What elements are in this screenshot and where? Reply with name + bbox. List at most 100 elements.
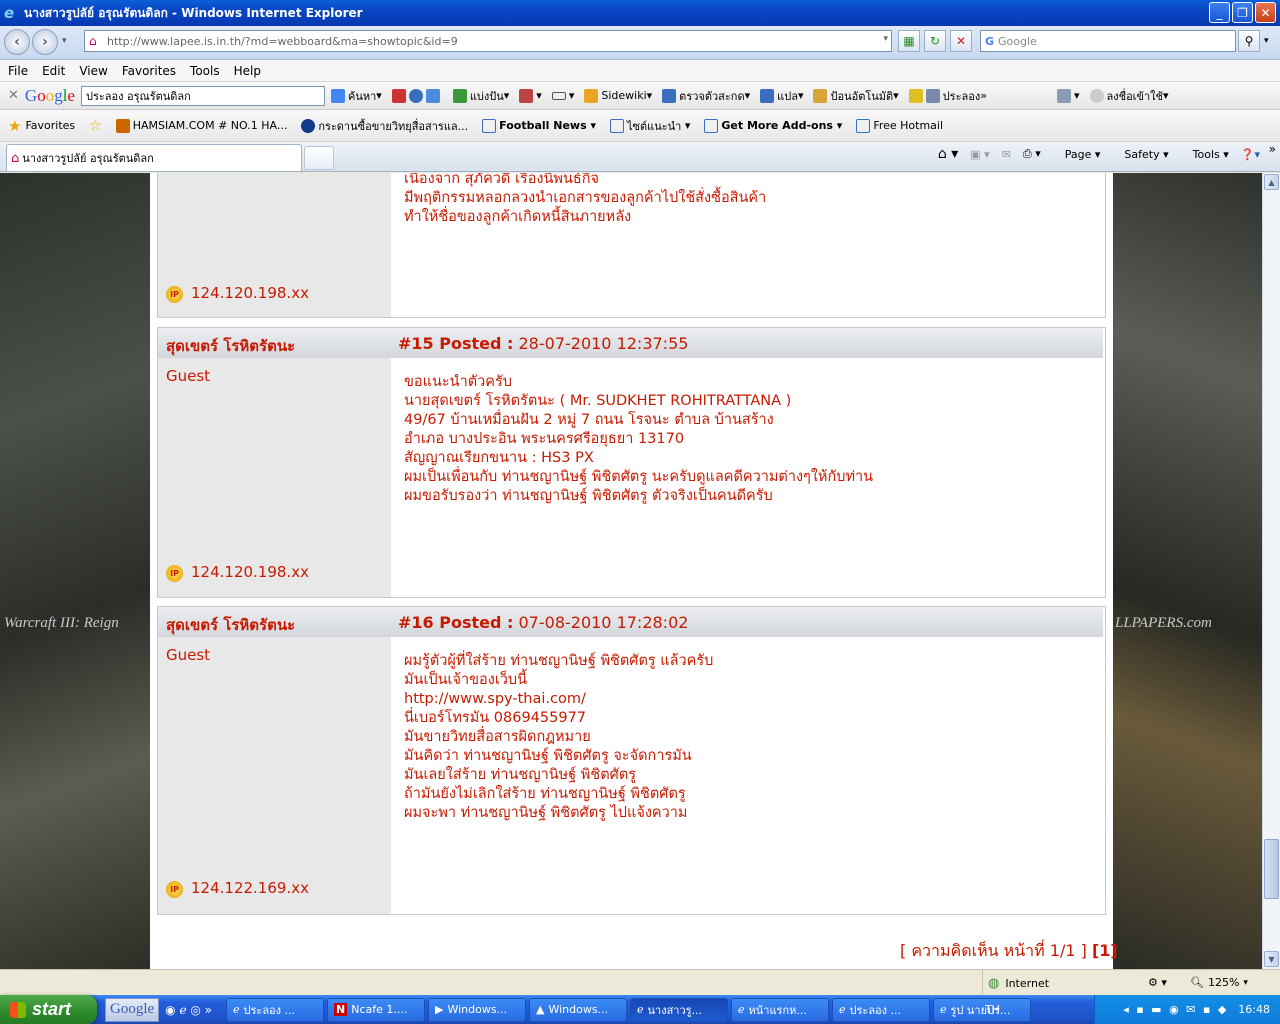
wrench-button[interactable]: ▾ [1056,88,1080,103]
background-left: Warcraft III: Reign [0,173,150,969]
tab-active[interactable]: ⌂ นางสาวรูปลัย์ อรุณรัตนดิลก [6,144,302,171]
autofill-button[interactable]: ป้อนอัตโนมัติ ▾ [813,87,899,105]
post-author-name[interactable]: สุดเขตร์ โรหิตรัตนะ [166,334,295,358]
spellcheck-button[interactable]: ตรวจตัวสะกด ▾ [662,87,750,105]
google-toolbar-query: ประลอง อรุณรัตนดิลก [85,89,191,103]
recent-pages-dropdown-icon[interactable]: ▾ [62,36,67,46]
scroll-up-arrow-icon[interactable]: ▲ [1264,174,1279,190]
favorites-button[interactable]: ★ Favorites [8,117,75,135]
post-author-name[interactable]: สุดเขตร์ โรหิตรัตนะ [166,613,295,637]
taskbar-button[interactable]: ▲ Windows... [529,997,627,1022]
back-button[interactable]: ‹ [4,29,30,55]
taskbar-button-active[interactable]: ℯ นางสาวรู... [630,997,728,1022]
sidewiki-label: Sidewiki [601,89,647,102]
globe-icon [408,88,423,103]
post-line: มีพฤติกรรมหลอกลวงนำเอกสารของลูกค้าไปใช้ส… [404,190,767,206]
print-icon[interactable]: ⎙ ▾ [1023,147,1041,161]
background-right: LLPAPERS.com [1113,173,1262,969]
sidewiki-button[interactable]: Sidewiki ▾ [584,88,652,103]
relay-button[interactable]: ประลอง » [908,87,987,105]
address-input[interactable]: ⌂ http://www.lapee.is.in.th/?md=webboard… [84,30,892,52]
ie-page-icon [482,118,497,133]
toolbar-misc-icons[interactable] [391,88,443,103]
forward-button[interactable]: › [32,29,58,55]
refresh-icon[interactable]: ↻ [924,30,946,52]
address-dropdown-icon[interactable]: ▾ [883,34,888,44]
ie-page-icon [704,118,719,133]
post-line: ขอแนะนำตัวครับ [404,374,512,390]
google-logo: Google [24,85,75,105]
maximize-button[interactable]: ❐ [1232,2,1253,23]
menu-file[interactable]: File [8,64,28,78]
pagination-current-page[interactable]: [1] [1092,941,1118,960]
search-options-icon[interactable]: ▾ [1264,36,1269,46]
quicklaunch-icons[interactable]: ◉ ℯ ◎ » [165,1003,212,1017]
toolbar-close-icon[interactable]: ✕ [8,88,19,103]
home-icon[interactable]: ⌂ ▾ [938,146,958,162]
title-bar: e นางสาวรูปลัย์ อรุณรัตนดิลก - Windows I… [0,0,1280,26]
stop-icon[interactable]: ✕ [950,30,972,52]
popup-blocker-button[interactable]: ▾ [519,88,542,103]
signin-button[interactable]: ลงชื่อเข้าใช้ ▾ [1089,87,1169,105]
zoom-control[interactable]: 🔍︎ 125% ▾ [1190,976,1248,989]
tray-icons[interactable]: ◂ ▪ ▬ ◉ ✉ ▪ ◆ [1123,1003,1228,1016]
taskbar-button[interactable]: ▶ Windows... [428,997,526,1022]
favorite-item-board[interactable]: กระดานซื้อขายวิทยุสื่อสารแล... [301,117,468,135]
language-indicator[interactable]: TH [985,1003,1000,1016]
ip-address: 124.120.198.xx [191,283,309,302]
search-go-icon[interactable]: ⚲ [1238,30,1260,52]
share-label: แบ่งปัน [469,89,504,103]
add-favorite-button[interactable]: ☆ [89,118,102,134]
compatibility-view-icon[interactable]: ▦ [898,30,920,52]
page-menu[interactable]: Page ▾ [1053,148,1101,161]
chevron-icon[interactable]: » [1269,142,1276,156]
help-icon[interactable]: ❓▾ [1241,148,1260,161]
close-button[interactable]: ✕ [1255,2,1276,23]
favorite-item-football-news[interactable]: Football News ▾ [482,118,596,133]
menu-favorites[interactable]: Favorites [122,64,176,78]
favorite-item-addons[interactable]: Get More Add-ons ▾ [704,118,842,133]
webboard-page: เนื่องจาก สุภัควดี เรืองนิพนธ์กิจ มีพฤติ… [150,173,1118,969]
taskbar-button[interactable]: ℯ ประลอง ... [832,997,930,1022]
web-viewport: Warcraft III: Reign LLPAPERS.com เนื่องจ… [0,173,1262,969]
taskbar-button[interactable]: ℯ ประลอง ... [226,997,324,1022]
translate-button[interactable]: แปล ▾ [760,87,803,105]
mail-icon[interactable]: ✉ [1002,148,1011,161]
minimize-button[interactable]: _ [1209,2,1230,23]
menu-bar: File Edit View Favorites Tools Help [0,60,1280,82]
feeds-icon[interactable]: ▣ ▾ [970,148,989,161]
post-posted-info: #15 Posted : 28-07-2010 12:37:55 [398,334,688,353]
favorite-item-hotmail[interactable]: Free Hotmail [856,118,943,133]
protected-mode-icon[interactable]: ⚙ ▾ [1148,976,1167,989]
taskbar-button[interactable]: ℯ รูป นายปร... [933,997,1031,1022]
menu-edit[interactable]: Edit [42,64,65,78]
vertical-scrollbar[interactable]: ▲ ▼ [1262,173,1280,969]
favorite-item-hamsiam[interactable]: HAMSIAM.COM # NO.1 HA... [115,118,287,133]
search-input[interactable]: G Google [980,30,1236,52]
google-deskbar[interactable]: Google [105,997,160,1022]
tools-menu[interactable]: Tools ▾ [1181,148,1229,161]
post-link[interactable]: http://www.spy-thai.com/ [404,690,713,709]
start-button[interactable]: start [0,995,97,1024]
new-tab-button[interactable] [304,146,334,170]
post-body: ขอแนะนำตัวครับ นายสุดเขตร์ โรหิตรัตนะ ( … [404,373,873,506]
ie-icon: ℯ [738,1003,745,1016]
favorite-item-suggested-sites[interactable]: ไซต์แนะนำ ▾ [610,117,690,135]
google-toolbar-input[interactable]: ประลอง อรุณรัตนดิลก [80,85,325,106]
menu-tools[interactable]: Tools [190,64,220,78]
highlight-button[interactable]: ▾ [551,89,574,102]
menu-help[interactable]: Help [234,64,261,78]
translate-icon [760,88,775,103]
scrollbar-thumb[interactable] [1264,839,1279,899]
share-button[interactable]: แบ่งปัน ▾ [452,87,509,105]
scroll-down-arrow-icon[interactable]: ▼ [1264,951,1279,967]
ie-icon: ℯ [637,1003,644,1016]
share-icon [452,88,467,103]
google-search-button[interactable]: ค้นหา ▾ [330,87,382,105]
taskbar-button[interactable]: N Ncafe 1.... [327,997,425,1022]
menu-view[interactable]: View [79,64,107,78]
zoom-dropdown-icon: ▾ [1243,977,1248,988]
wrench-icon [1056,88,1071,103]
safety-menu[interactable]: Safety ▾ [1112,148,1168,161]
taskbar-button[interactable]: ℯ หน้าแรกห... [731,997,829,1022]
